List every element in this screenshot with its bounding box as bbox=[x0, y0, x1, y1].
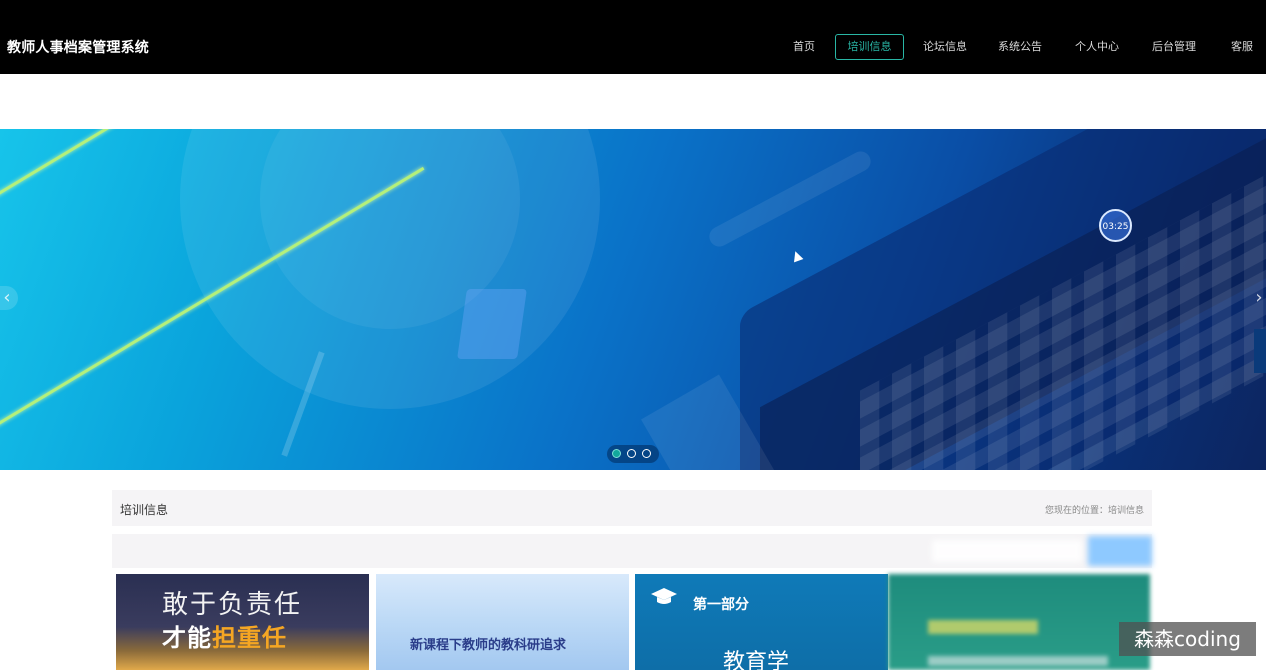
card-headline: 敢于负责任 bbox=[162, 590, 303, 620]
nav-item-forum[interactable]: 论坛信息 bbox=[914, 34, 976, 60]
section-title: 培训信息 bbox=[120, 503, 169, 517]
decor-bar bbox=[705, 147, 875, 251]
bulb-base bbox=[457, 289, 527, 359]
training-card[interactable] bbox=[888, 574, 1150, 670]
card-title: 新课程下教师的教科研追求 bbox=[410, 638, 567, 653]
carousel-dot[interactable] bbox=[642, 449, 651, 458]
main-nav: 首页 培训信息 论坛信息 系统公告 个人中心 后台管理 客服 bbox=[0, 34, 1266, 60]
card-subheadline-highlight: 担重任 bbox=[212, 624, 287, 652]
chevron-left-icon[interactable]: ‹ bbox=[0, 286, 18, 310]
carousel-dot[interactable] bbox=[612, 449, 621, 458]
card-subheadline-prefix: 才能 bbox=[162, 624, 212, 652]
nav-item-training[interactable]: 培训信息 bbox=[835, 34, 904, 60]
card-blurred-title bbox=[928, 620, 1038, 634]
graduation-cap-icon bbox=[651, 588, 677, 604]
mouse-cursor-icon bbox=[790, 249, 804, 263]
card-subject: 教育学 bbox=[723, 650, 790, 670]
nav-item-home[interactable]: 首页 bbox=[786, 34, 822, 60]
breadcrumb: 您现在的位置：培训信息 bbox=[1044, 506, 1144, 516]
watermark: 森森coding bbox=[1119, 622, 1256, 656]
training-card-list: 敢于负责任 才能担重任 新课程下教师的教科研追求 第一部分 教育学 bbox=[116, 574, 1156, 670]
section-header: 培训信息 您现在的位置：培训信息 bbox=[112, 490, 1152, 526]
carousel-dot[interactable] bbox=[627, 449, 636, 458]
search-input[interactable] bbox=[932, 540, 1082, 562]
timer-badge: 03:25 bbox=[1099, 209, 1132, 242]
training-card[interactable]: 敢于负责任 才能担重任 bbox=[116, 574, 369, 670]
top-header: 教师人事档案管理系统 首页 培训信息 论坛信息 系统公告 个人中心 后台管理 客… bbox=[0, 0, 1266, 74]
training-card[interactable]: 新课程下教师的教科研追求 bbox=[376, 574, 629, 670]
carousel-indicators bbox=[607, 445, 659, 463]
filter-bar bbox=[112, 534, 1152, 568]
search-button[interactable] bbox=[1088, 536, 1152, 566]
side-float-tab[interactable] bbox=[1254, 329, 1266, 373]
banner-carousel[interactable]: ‹ › 03:25 bbox=[0, 129, 1266, 470]
card-subheadline: 才能担重任 bbox=[162, 618, 287, 653]
card-part-label: 第一部分 bbox=[693, 597, 749, 613]
card-blurred-text bbox=[928, 656, 1108, 666]
chevron-right-icon[interactable]: › bbox=[1248, 286, 1266, 310]
training-card[interactable]: 第一部分 教育学 bbox=[635, 574, 888, 670]
nav-item-personal-center[interactable]: 个人中心 bbox=[1066, 34, 1128, 60]
nav-item-admin[interactable]: 后台管理 bbox=[1143, 34, 1205, 60]
nav-item-customer-service[interactable]: 客服 bbox=[1222, 34, 1262, 60]
nav-item-announcements[interactable]: 系统公告 bbox=[989, 34, 1051, 60]
